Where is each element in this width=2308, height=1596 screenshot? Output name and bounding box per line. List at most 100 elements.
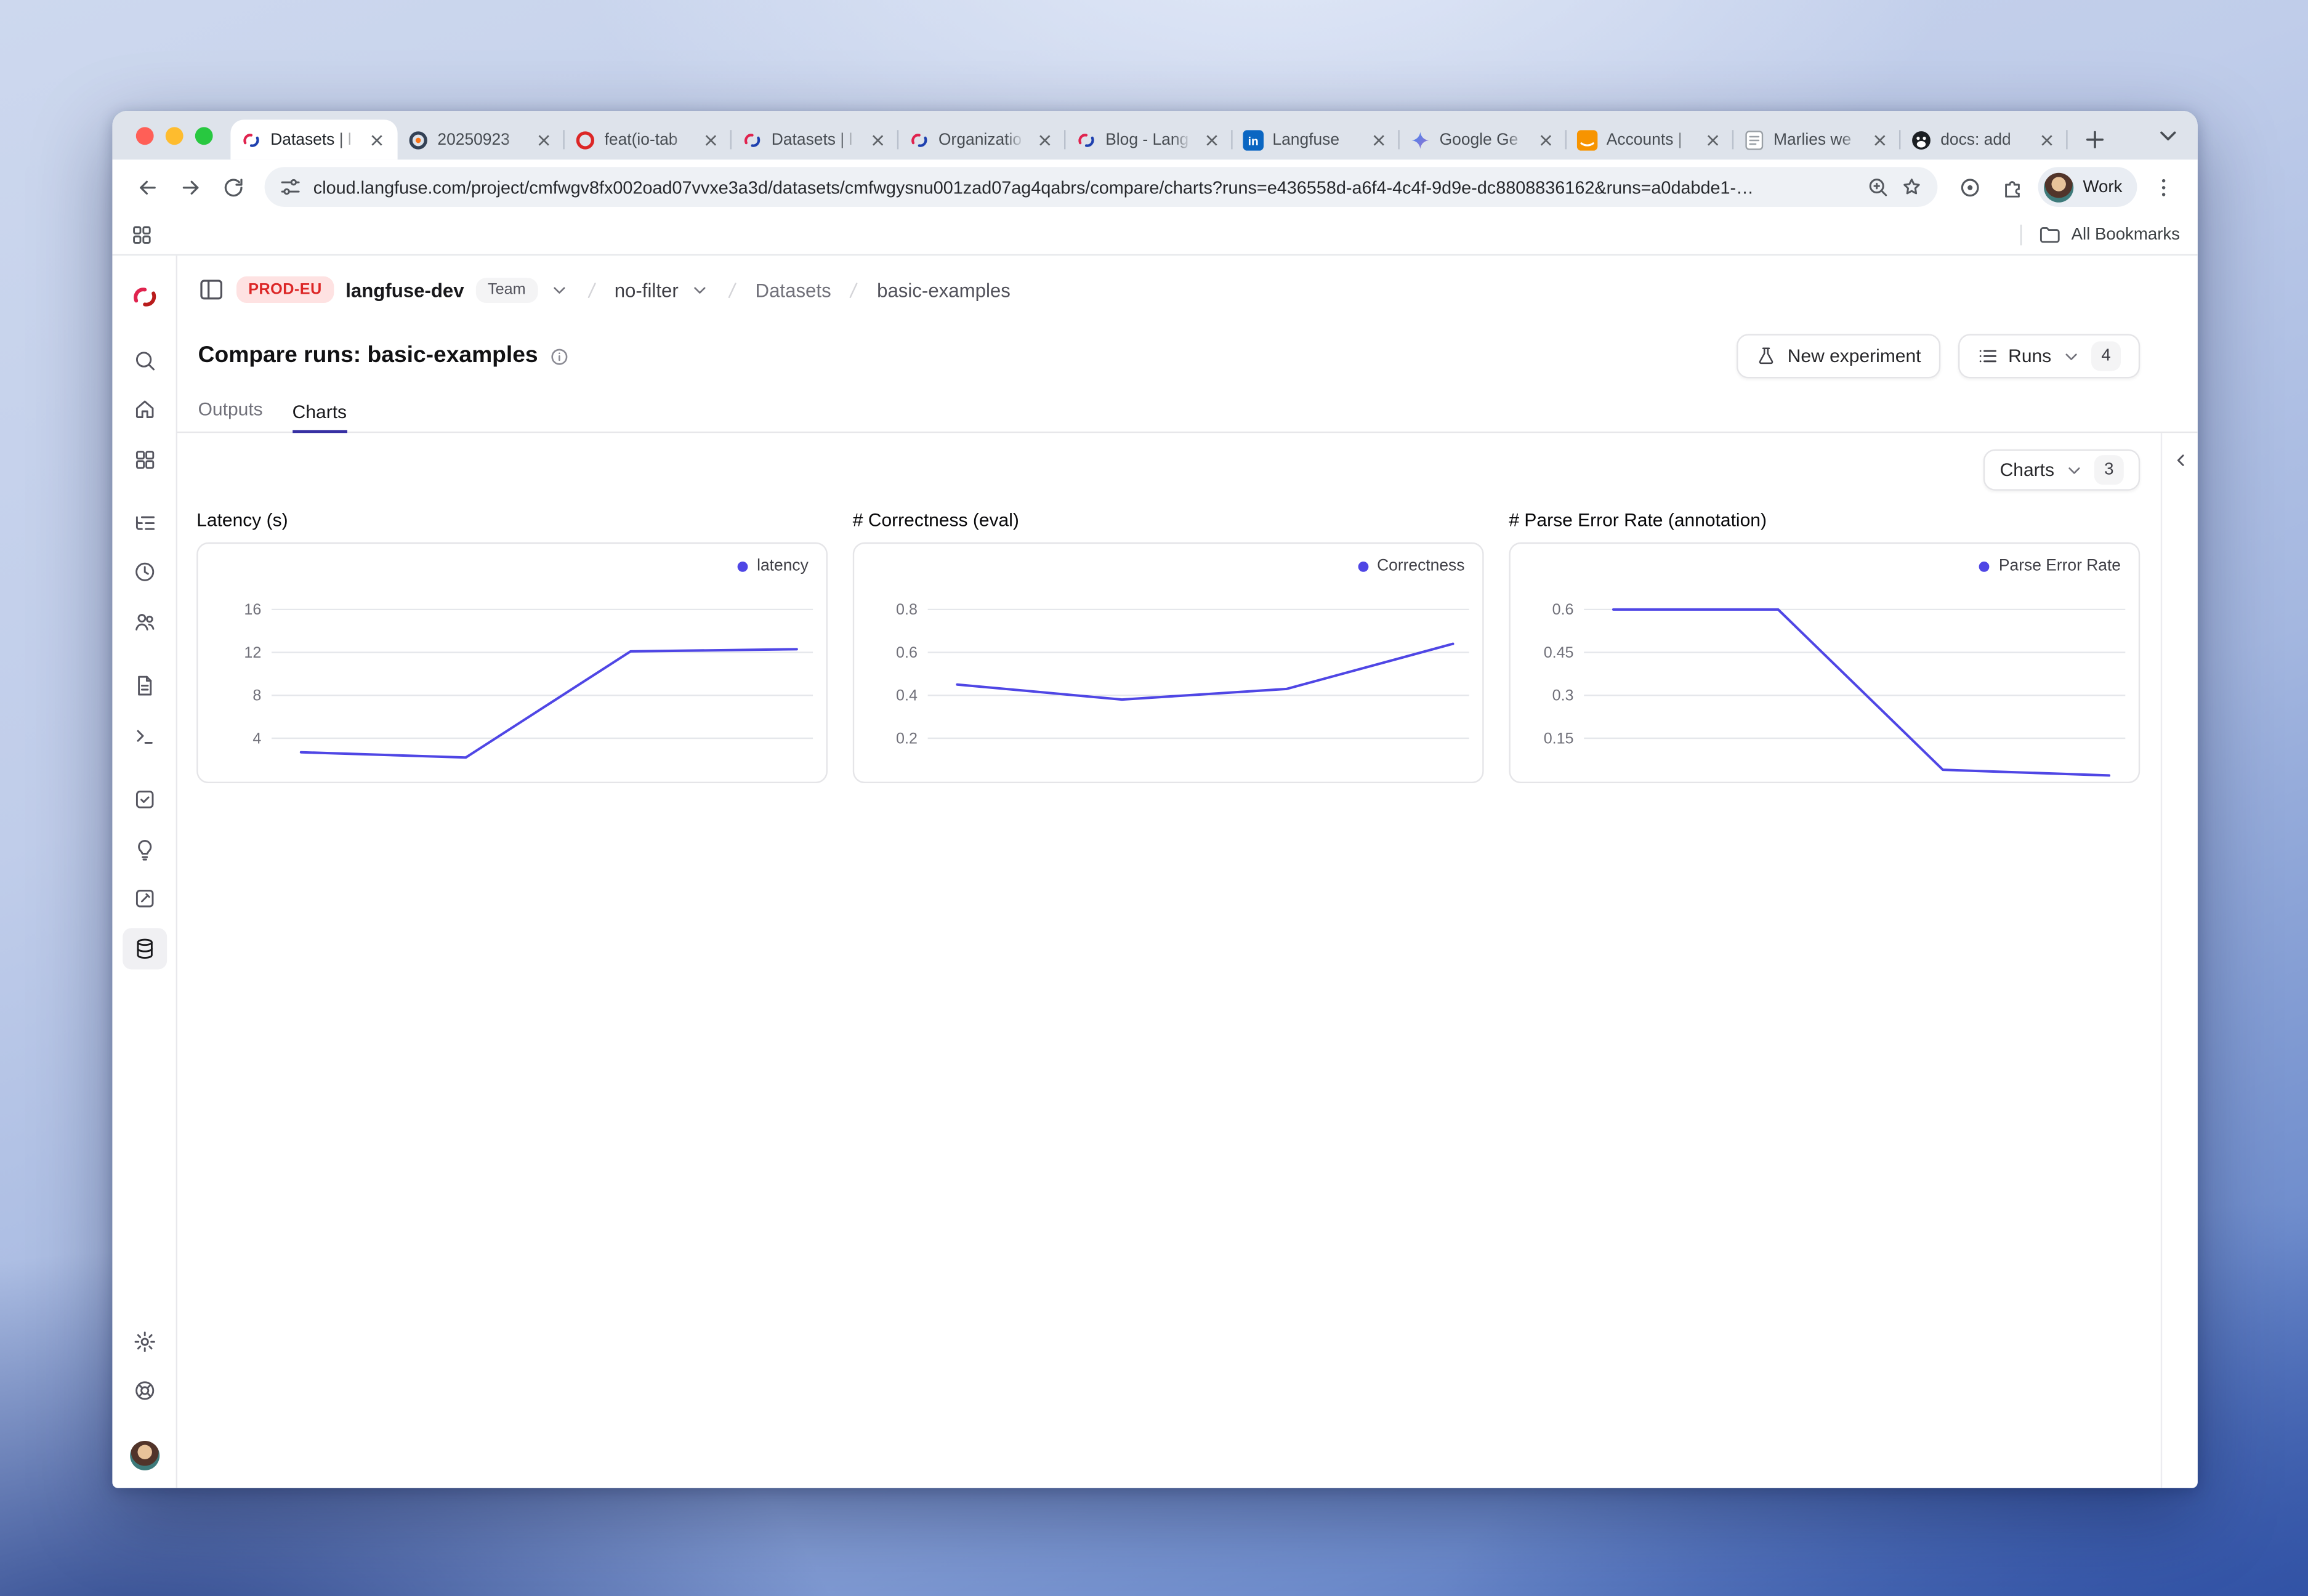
chevron-down-icon <box>2062 347 2081 366</box>
bookmark-star-icon[interactable] <box>1901 176 1923 198</box>
breadcrumb-slash-icon <box>721 278 743 300</box>
all-bookmarks[interactable]: All Bookmarks <box>2020 222 2180 246</box>
browser-tab[interactable]: Datasets | l <box>230 119 397 159</box>
langfuse-favicon-icon <box>909 129 930 150</box>
langfuse-logo-icon[interactable] <box>122 278 166 316</box>
view-tabs: Outputs Charts <box>177 389 2198 433</box>
back-icon[interactable] <box>127 167 167 207</box>
info-icon[interactable] <box>550 347 569 366</box>
tab-close-icon[interactable] <box>1200 129 1222 151</box>
tab-close-icon[interactable] <box>1534 129 1556 151</box>
sidebar-toggle-icon[interactable] <box>198 276 225 303</box>
project-name[interactable]: no-filter <box>615 278 679 300</box>
browser-tab[interactable]: Organizatio <box>898 119 1065 159</box>
svg-text:12: 12 <box>244 644 261 661</box>
breadcrumb-current-dataset: basic-examples <box>877 278 1011 300</box>
tab-close-icon[interactable] <box>2035 129 2057 151</box>
legend-dot-icon <box>1358 561 1368 571</box>
dashboards-icon[interactable] <box>122 440 166 478</box>
users-icon[interactable] <box>122 603 166 641</box>
close-window-button[interactable] <box>136 127 154 145</box>
playground-terminal-icon[interactable] <box>122 717 166 755</box>
chart-legend: latency <box>738 557 809 575</box>
zoom-icon[interactable] <box>1867 176 1889 198</box>
tab-close-icon[interactable] <box>699 129 721 151</box>
browser-tab[interactable]: Blog - Lang <box>1065 119 1232 159</box>
browser-tab[interactable]: 20250923 <box>398 119 565 159</box>
tab-close-icon[interactable] <box>1868 129 1890 151</box>
github-favicon-icon <box>1911 129 1932 150</box>
collapsed-right-panel <box>2161 433 2198 1488</box>
tab-close-icon[interactable] <box>365 129 387 151</box>
window-controls <box>136 127 213 145</box>
langfuse-app: PROD-EU langfuse-dev Team no-filter Data… <box>112 256 2197 1488</box>
tab-close-icon[interactable] <box>1701 129 1723 151</box>
forward-icon[interactable] <box>170 167 210 207</box>
tab-title: docs: add <box>1940 131 2026 148</box>
divider <box>2020 224 2021 245</box>
charts-grid: Latency (s) 161284 latency # Correctness… <box>196 507 2140 783</box>
maximize-window-button[interactable] <box>195 127 213 145</box>
git-favicon-icon <box>575 129 596 150</box>
browser-tab[interactable]: Accounts | <box>1567 119 1733 159</box>
svg-text:0.8: 0.8 <box>896 601 918 618</box>
line-chart: 161284 <box>198 544 826 781</box>
tab-close-icon[interactable] <box>866 129 888 151</box>
home-icon[interactable] <box>122 390 166 429</box>
breadcrumb-datasets-link[interactable]: Datasets <box>756 278 831 300</box>
organization-name[interactable]: langfuse-dev <box>345 278 464 300</box>
tab-search-chevron-icon[interactable] <box>2155 123 2181 149</box>
extensions-puzzle-icon[interactable] <box>1993 167 2033 207</box>
flask-icon <box>1756 346 1777 367</box>
reload-icon[interactable] <box>213 167 253 207</box>
browser-tab[interactable]: in Langfuse <box>1233 119 1400 159</box>
tab-close-icon[interactable] <box>1033 129 1055 151</box>
all-bookmarks-label: All Bookmarks <box>2072 225 2180 243</box>
insights-lightbulb-icon[interactable] <box>122 831 166 869</box>
svg-text:0.15: 0.15 <box>1544 730 1574 747</box>
expand-panel-chevron-icon[interactable] <box>2168 448 2193 473</box>
linkedin-favicon-icon: in <box>1243 129 1264 150</box>
user-avatar[interactable] <box>129 1441 159 1470</box>
search-icon[interactable] <box>122 341 166 379</box>
datasets-database-icon[interactable] <box>122 928 166 969</box>
browser-tab[interactable]: Datasets | l <box>732 119 898 159</box>
tab-title: Blog - Lang <box>1105 131 1191 148</box>
svg-text:8: 8 <box>252 687 261 704</box>
evaluations-check-icon[interactable] <box>122 780 166 818</box>
support-lifebuoy-icon[interactable] <box>122 1371 166 1409</box>
tab-charts[interactable]: Charts <box>293 401 347 433</box>
tab-close-icon[interactable] <box>1367 129 1389 151</box>
new-tab-button[interactable] <box>2076 121 2112 157</box>
charts-dropdown-button[interactable]: Charts 3 <box>1983 449 2140 491</box>
browser-tab[interactable]: Google Ge <box>1400 119 1567 159</box>
annotations-pen-icon[interactable] <box>122 879 166 917</box>
sessions-clock-icon[interactable] <box>122 553 166 591</box>
browser-tab[interactable]: feat(io-tab <box>565 119 732 159</box>
site-settings-icon[interactable] <box>280 176 302 198</box>
tracing-icon[interactable] <box>122 504 166 542</box>
browser-menu-kebab-icon[interactable] <box>2143 167 2183 207</box>
browser-toolbar: cloud.langfuse.com/project/cmfwgv8fx002o… <box>112 159 2197 214</box>
settings-gear-icon[interactable] <box>122 1323 166 1361</box>
tab-outputs[interactable]: Outputs <box>198 399 263 432</box>
app-main: PROD-EU langfuse-dev Team no-filter Data… <box>177 256 2198 1488</box>
app-sidebar <box>112 256 177 1488</box>
address-bar[interactable]: cloud.langfuse.com/project/cmfwgv8fx002o… <box>265 167 1939 207</box>
browser-tab[interactable]: Marlies we <box>1733 119 1900 159</box>
chevron-down-icon[interactable] <box>690 280 709 299</box>
browser-tabs: Datasets | l 20250923 feat(io-tab Datase… <box>230 111 2138 159</box>
prompts-file-icon[interactable] <box>122 666 166 704</box>
minimize-window-button[interactable] <box>166 127 184 145</box>
extension-circle-icon[interactable] <box>1950 167 1990 207</box>
browser-tab[interactable]: docs: add <box>1900 119 2067 159</box>
new-experiment-button[interactable]: New experiment <box>1737 334 1940 378</box>
browser-window: Datasets | l 20250923 feat(io-tab Datase… <box>112 111 2197 1488</box>
folder-icon <box>2037 222 2060 246</box>
browser-profile-chip[interactable]: Work <box>2039 167 2137 207</box>
chevron-down-icon <box>2065 461 2084 480</box>
runs-dropdown-button[interactable]: Runs 4 <box>1958 334 2141 378</box>
tab-close-icon[interactable] <box>532 129 554 151</box>
chevron-down-icon[interactable] <box>549 280 568 299</box>
apps-grid-icon[interactable] <box>130 222 153 246</box>
